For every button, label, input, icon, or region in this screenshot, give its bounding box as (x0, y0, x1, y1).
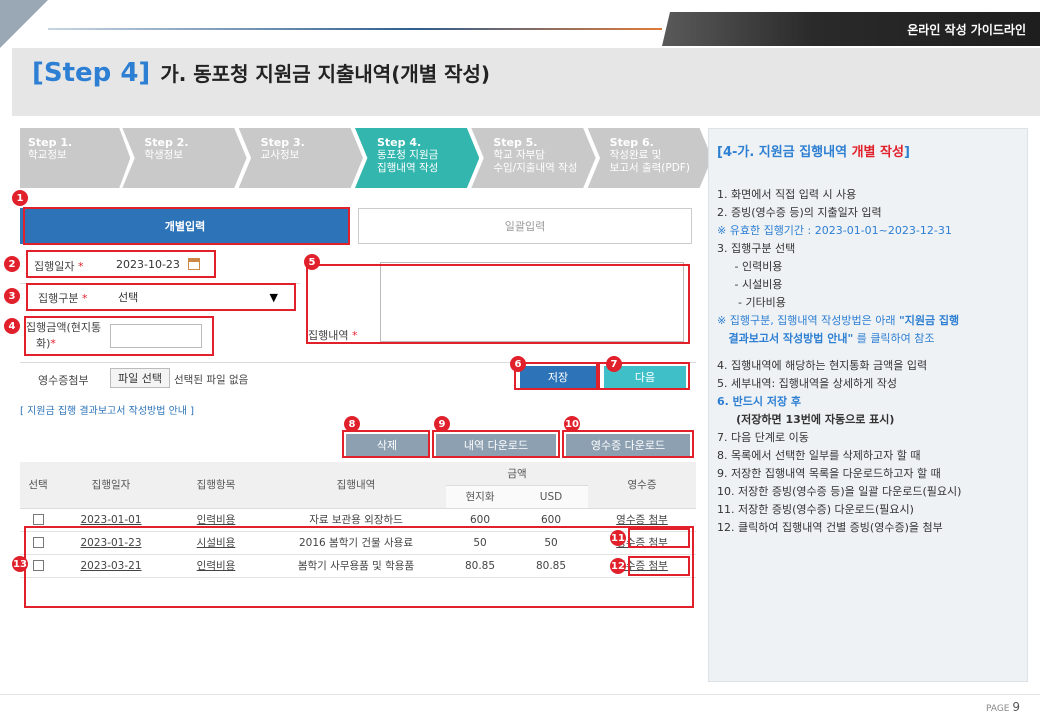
step-label-2: 집행내역 작성 (376, 162, 439, 174)
highlight-box-1 (23, 207, 350, 245)
header-local: 현지화 (446, 485, 514, 509)
panel-line: 1. 화면에서 직접 입력 시 사용 (717, 188, 857, 201)
header-item: 집행항목 (166, 462, 266, 509)
step-number: Step 1. (28, 136, 73, 149)
panel-line: 2. 증빙(영수증 등)의 지출일자 입력 (717, 206, 882, 219)
page-number: PAGE 9 (985, 700, 1020, 714)
file-status: 선택된 파일 없음 (174, 374, 249, 386)
step-4[interactable]: Step 4. 동포청 지원금 집행내역 작성 (354, 128, 480, 188)
step-label: 학교 자부담 (493, 149, 545, 161)
badge-3: 3 (4, 288, 20, 304)
step-number: Step 6. (609, 136, 654, 149)
panel-note: ※ 유효한 집행기간 : 2023-01-01~2023-12-31 (717, 224, 952, 237)
badge-8: 8 (344, 416, 360, 432)
badge-11: 11 (610, 530, 626, 546)
badge-5: 5 (304, 254, 320, 270)
panel-line: - 인력비용 (717, 260, 783, 273)
title-main: 가. 동포청 지원금 지출내역(개별 작성) (160, 62, 491, 86)
panel-line: 8. 목록에서 선택한 일부를 삭제하고자 할 때 (717, 449, 921, 462)
step-label-2: 보고서 출력(PDF) (609, 162, 690, 174)
step-label: 학생정보 (144, 149, 183, 161)
corner-decoration (0, 0, 48, 48)
step-label: 작성완료 및 (609, 149, 662, 161)
receipt-label: 영수증첨부 (38, 374, 89, 387)
step-number: Step 2. (144, 136, 189, 149)
highlight-box-9 (432, 430, 560, 458)
instruction-panel: [4-가. 지원금 집행내역 개별 작성] 1. 화면에서 직접 입력 시 사용… (708, 128, 1028, 682)
panel-line: - 시설비용 (717, 278, 783, 291)
badge-9: 9 (434, 416, 450, 432)
panel-line: 3. 집행구분 선택 (717, 242, 796, 255)
step-label-2: 수입/지출내역 작성 (493, 162, 578, 174)
panel-line: 7. 다음 단계로 이동 (717, 431, 809, 444)
file-select-button[interactable]: 파일 선택 (110, 368, 170, 388)
step-number: Step 5. (493, 136, 538, 149)
panel-line: 4. 집행내역에 해당하는 현지통화 금액을 입력 (717, 359, 928, 372)
panel-line: 6. 반드시 저장 후 (717, 395, 802, 408)
panel-title: [4-가. 지원금 집행내역 개별 작성] (717, 145, 910, 160)
panel-line: 5. 세부내역: 집행내역을 상세하게 작성 (717, 377, 897, 390)
title-step: [Step 4] (32, 58, 151, 88)
badge-10: 10 (564, 416, 580, 432)
panel-line: 12. 클릭하여 집행내역 건별 증빙(영수증)을 첨부 (717, 521, 943, 534)
step-label: 학교정보 (28, 149, 67, 161)
header-detail: 집행내역 (266, 462, 446, 509)
step-1[interactable]: Step 1. 학교정보 (20, 128, 131, 188)
badge-13: 13 (12, 556, 28, 572)
badge-1: 1 (12, 190, 28, 206)
highlight-box-3 (26, 283, 296, 311)
highlight-box-8 (342, 430, 430, 458)
header-amount: 금액 (446, 462, 588, 486)
panel-line: 10. 저장한 증빙(영수증 등)을 일괄 다운로드(필요시) (717, 485, 962, 498)
panel-note: 결과보고서 작성방법 안내" 를 클릭하여 참조 (717, 332, 935, 345)
panel-line: 9. 저장한 집행내역 목록을 다운로드하고자 할 때 (717, 467, 941, 480)
step-label: 교사정보 (260, 149, 300, 161)
highlight-box-4 (24, 316, 214, 356)
step-3[interactable]: Step 3. 교사정보 (238, 128, 363, 188)
step-2[interactable]: Step 2. 학생정보 (122, 128, 247, 188)
page-title: [Step 4] 가. 동포청 지원금 지출내역(개별 작성) (32, 58, 490, 88)
footer-divider (0, 694, 1040, 695)
guide-link[interactable]: [ 지원금 집행 결과보고서 작성방법 안내 ] (20, 402, 194, 417)
highlight-box-10 (562, 430, 694, 458)
highlight-box-6 (514, 362, 598, 390)
header-accent-line (48, 28, 662, 30)
panel-note: ※ 집행구분, 집행내역 작성방법은 아래 "지원금 집행 (717, 314, 960, 327)
highlight-box-11 (628, 528, 690, 548)
header-usd: USD (514, 485, 588, 509)
step-number: Step 4. (376, 136, 422, 149)
badge-4: 4 (4, 318, 20, 334)
step-6[interactable]: Step 6. 작성완료 및 보고서 출력(PDF) (587, 128, 712, 188)
highlight-box-13 (24, 526, 694, 608)
panel-line: 11. 저장한 증빙(영수증) 다운로드(필요시) (717, 503, 914, 516)
highlight-box-12 (628, 556, 690, 576)
badge-6: 6 (510, 356, 526, 372)
panel-line: (저장하면 13번에 자동으로 표시) (717, 413, 895, 426)
progress-steps: Step 1. 학교정보 Step 2. 학생정보 Step 3. 교사정보 S… (20, 128, 712, 188)
step-number: Step 3. (260, 136, 305, 149)
guideline-banner: 온라인 작성 가이드라인 (662, 12, 1040, 46)
row-checkbox[interactable] (32, 514, 44, 525)
badge-12: 12 (610, 558, 626, 574)
tab-bulk[interactable]: 일괄입력 (358, 208, 692, 244)
badge-2: 2 (4, 256, 20, 272)
highlight-box-5 (306, 264, 690, 344)
step-5[interactable]: Step 5. 학교 자부담 수입/지출내역 작성 (471, 128, 596, 188)
badge-7: 7 (606, 356, 622, 372)
highlight-box-2 (26, 250, 216, 278)
header-select: 선택 (20, 462, 56, 509)
header-receipt: 영수증 (588, 462, 696, 509)
step-label: 동포청 지원금 (376, 149, 439, 161)
header-date: 집행일자 (56, 462, 166, 509)
panel-line: - 기타비용 (717, 296, 786, 309)
